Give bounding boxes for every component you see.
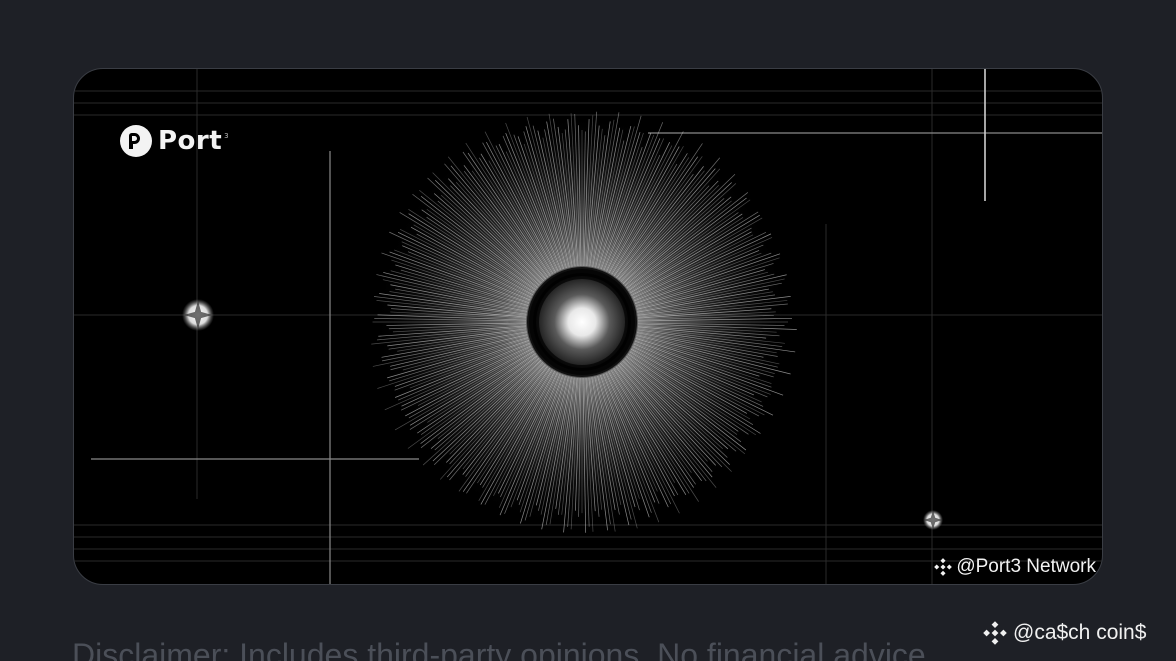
port3-logo: Port 3 (120, 125, 229, 157)
post-image-page: Port 3 @Port3 Network Disclaimer: Includ… (0, 0, 1176, 661)
sparkle-left (182, 299, 214, 331)
logo-text: Port (158, 126, 223, 156)
page-watermark-text: @ca$ch coin$ (1013, 621, 1147, 644)
sparkle-right (923, 510, 943, 530)
image-watermark-text: @Port3 Network (956, 556, 1096, 577)
page-watermark: @ca$ch coin$ (983, 621, 1146, 645)
disclaimer-text: Disclaimer: Includes third-party opinion… (72, 637, 935, 661)
logo-superscript: 3 (224, 132, 229, 140)
post-image-card[interactable]: Port 3 @Port3 Network (73, 68, 1103, 585)
port3-logo-icon (120, 125, 152, 157)
binance-icon (934, 558, 953, 576)
binance-icon (983, 621, 1007, 645)
image-watermark: @Port3 Network (934, 556, 1096, 578)
